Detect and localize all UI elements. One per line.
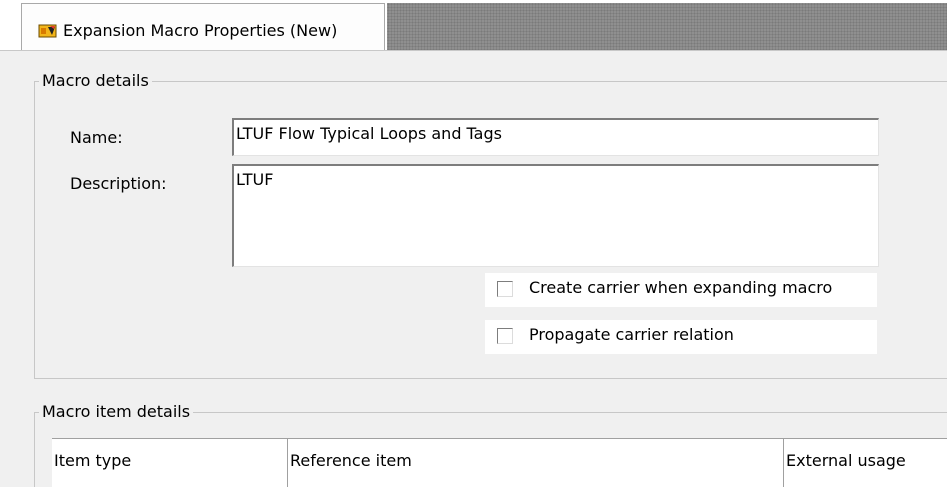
name-label: Name: bbox=[70, 128, 123, 147]
description-textarea[interactable]: LTUF bbox=[232, 164, 879, 267]
create-carrier-label: Create carrier when expanding macro bbox=[529, 278, 833, 297]
macro-details-legend: Macro details bbox=[39, 71, 152, 91]
description-label: Description: bbox=[70, 174, 167, 193]
name-input[interactable]: LTUF Flow Typical Loops and Tags bbox=[232, 118, 879, 156]
column-header-label: External usage bbox=[786, 451, 906, 470]
create-carrier-checkbox[interactable] bbox=[497, 281, 513, 297]
column-header-label: Item type bbox=[54, 451, 132, 470]
macro-items-grid-header: Item type Reference item External usage bbox=[52, 438, 947, 487]
column-header-external-usage[interactable]: External usage bbox=[784, 439, 947, 487]
propagate-carrier-label: Propagate carrier relation bbox=[529, 325, 734, 344]
column-header-label: Reference item bbox=[290, 451, 412, 470]
column-header-item-type[interactable]: Item type bbox=[52, 439, 288, 487]
column-header-reference-item[interactable]: Reference item bbox=[288, 439, 784, 487]
tab-label: Expansion Macro Properties (New) bbox=[63, 21, 338, 40]
tab-strip-background bbox=[387, 3, 947, 50]
tab-strip: Expansion Macro Properties (New) bbox=[0, 0, 947, 51]
macro-item-details-legend: Macro item details bbox=[39, 402, 194, 422]
propagate-carrier-row[interactable]: Propagate carrier relation bbox=[485, 320, 877, 354]
create-carrier-row[interactable]: Create carrier when expanding macro bbox=[485, 273, 877, 307]
tab-expansion-macro-properties[interactable]: Expansion Macro Properties (New) bbox=[21, 3, 385, 51]
macro-icon bbox=[38, 23, 58, 39]
propagate-carrier-checkbox[interactable] bbox=[497, 328, 513, 344]
